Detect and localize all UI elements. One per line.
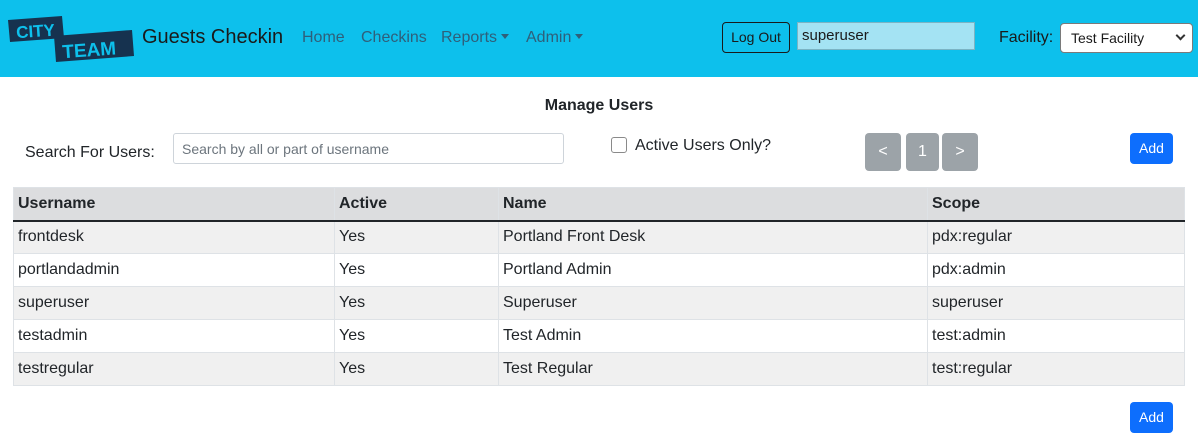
table-header-row: Username Active Name Scope — [13, 187, 1185, 222]
header-active[interactable]: Active — [334, 187, 499, 222]
facility-selected-value: Test Facility — [1071, 30, 1145, 46]
cell-username: portlandadmin — [13, 253, 335, 287]
cell-active: Yes — [334, 352, 499, 386]
header-username[interactable]: Username — [13, 187, 335, 222]
table-row[interactable]: frontdesk Yes Portland Front Desk pdx:re… — [13, 220, 1185, 254]
cell-username: superuser — [13, 286, 335, 320]
facility-select[interactable]: Test Facility — [1060, 23, 1193, 53]
cityteam-logo[interactable]: CITY TEAM — [4, 14, 134, 64]
cell-username: testregular — [13, 352, 335, 386]
cell-scope: test:admin — [927, 319, 1185, 353]
cell-username: frontdesk — [13, 220, 335, 254]
header-name[interactable]: Name — [498, 187, 928, 222]
cell-scope: pdx:regular — [927, 220, 1185, 254]
add-user-button-bottom[interactable]: Add — [1130, 402, 1173, 433]
top-navbar: CITY TEAM Guests Checkin Home Checkins R… — [0, 0, 1198, 77]
search-input[interactable] — [173, 133, 564, 164]
current-user-field[interactable]: superuser — [797, 22, 975, 50]
page-title: Manage Users — [544, 97, 654, 114]
nav-reports-dropdown[interactable]: Reports — [441, 28, 510, 48]
nav-admin-dropdown[interactable]: Admin — [526, 28, 584, 48]
header-scope[interactable]: Scope — [927, 187, 1185, 222]
nav-checkins[interactable]: Checkins — [361, 28, 427, 48]
cell-username: testadmin — [13, 319, 335, 353]
cell-name: Portland Front Desk — [498, 220, 928, 254]
cell-active: Yes — [334, 286, 499, 320]
cell-name: Portland Admin — [498, 253, 928, 287]
cell-scope: test:regular — [927, 352, 1185, 386]
nav-admin-label: Admin — [526, 29, 572, 46]
cell-scope: superuser — [927, 286, 1185, 320]
app-title[interactable]: Guests Checkin — [142, 24, 283, 50]
nav-checkins-label: Checkins — [361, 29, 427, 46]
cell-active: Yes — [334, 253, 499, 287]
cell-name: Test Regular — [498, 352, 928, 386]
table-row[interactable]: portlandadmin Yes Portland Admin pdx:adm… — [13, 253, 1185, 287]
facility-label: Facility: — [999, 29, 1054, 46]
cell-active: Yes — [334, 319, 499, 353]
pager-page-button[interactable]: 1 — [906, 133, 939, 171]
cell-scope: pdx:admin — [927, 253, 1185, 287]
logout-button[interactable]: Log Out — [722, 22, 790, 53]
pager-next-button[interactable]: > — [942, 133, 978, 171]
caret-down-icon — [575, 34, 584, 39]
table-row[interactable]: testregular Yes Test Regular test:regula… — [13, 352, 1185, 386]
table-row[interactable]: testadmin Yes Test Admin test:admin — [13, 319, 1185, 353]
users-table: Username Active Name Scope frontdesk Yes… — [13, 187, 1185, 386]
logo-text-city: CITY — [16, 21, 57, 43]
active-only-label[interactable]: Active Users Only? — [635, 136, 771, 156]
caret-down-icon — [501, 34, 510, 39]
chevron-down-icon — [1175, 30, 1186, 41]
cell-name: Test Admin — [498, 319, 928, 353]
table-row[interactable]: superuser Yes Superuser superuser — [13, 286, 1185, 320]
nav-home[interactable]: Home — [302, 28, 345, 48]
cell-name: Superuser — [498, 286, 928, 320]
search-label: Search For Users: — [25, 144, 155, 161]
nav-reports-label: Reports — [441, 29, 498, 46]
logo-text-team: TEAM — [62, 38, 117, 63]
add-user-button-top[interactable]: Add — [1130, 133, 1173, 164]
active-only-checkbox[interactable] — [611, 137, 627, 153]
pager-prev-button[interactable]: < — [865, 133, 901, 171]
nav-home-label: Home — [302, 29, 345, 46]
cell-active: Yes — [334, 220, 499, 254]
